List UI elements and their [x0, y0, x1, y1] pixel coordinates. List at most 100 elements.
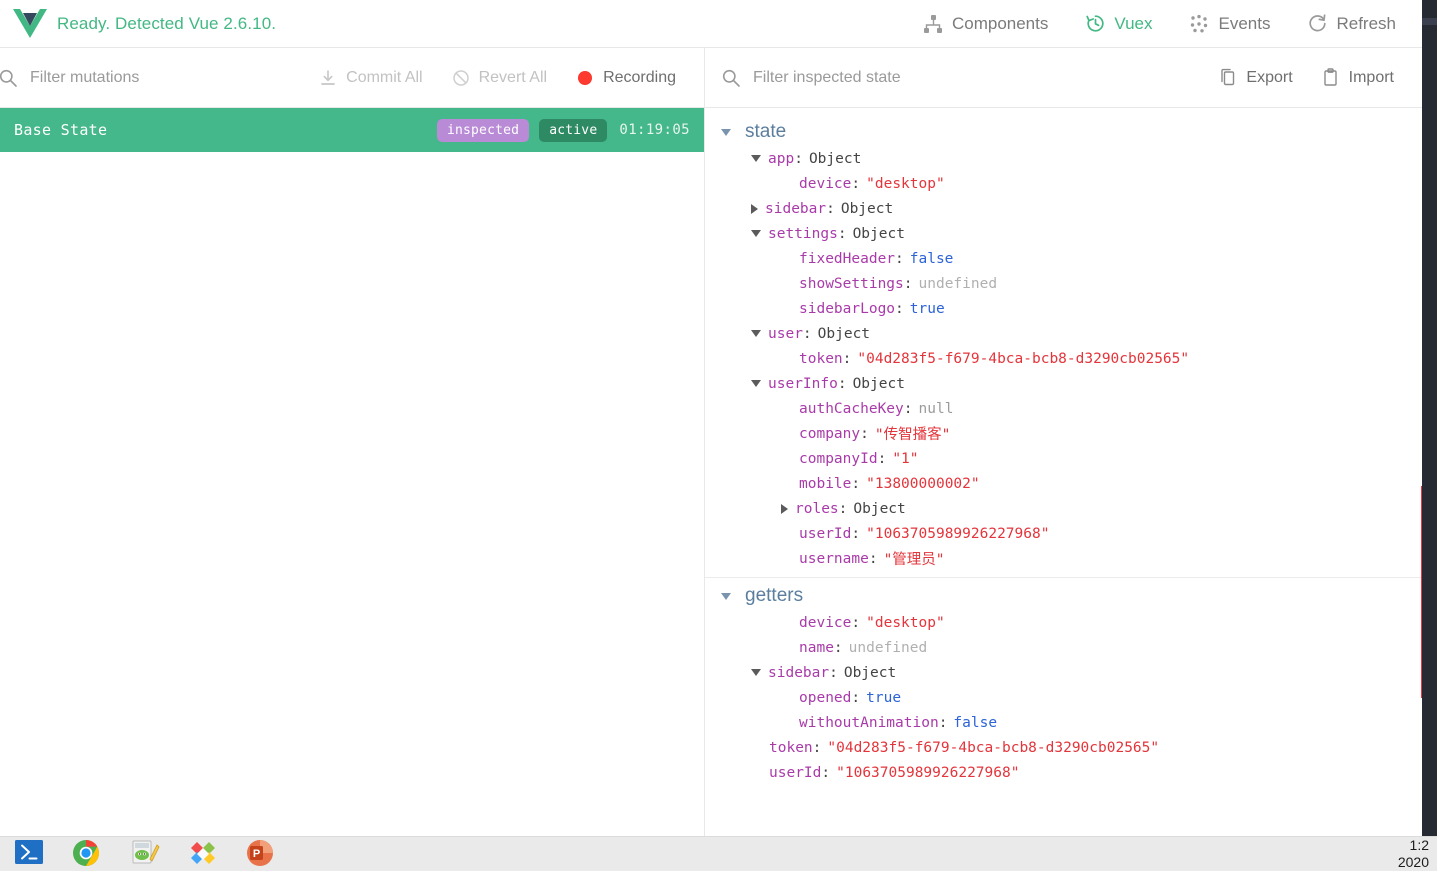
tree-value: null [918, 400, 954, 417]
tree-row[interactable]: name: undefined [705, 635, 1422, 660]
tree-row[interactable]: authCacheKey: null [705, 396, 1422, 421]
tree-row[interactable]: withoutAnimation: false [705, 710, 1422, 735]
vuex-history-icon [1084, 13, 1106, 35]
tree-row[interactable]: sidebar: Object [705, 660, 1422, 685]
revert-all-button[interactable]: Revert All [437, 68, 561, 88]
tree-row[interactable]: token: "04d283f5-f679-4bca-bcb8-d3290cb02… [705, 346, 1422, 371]
tree-key: companyId [799, 450, 878, 467]
image-editor-icon[interactable] [130, 839, 160, 869]
chrome-icon[interactable] [72, 839, 102, 869]
tree-key: withoutAnimation [799, 714, 939, 731]
commit-all-button[interactable]: Commit All [304, 68, 436, 88]
tree-row[interactable]: app: Object [705, 146, 1422, 171]
tree-value: Object [852, 225, 905, 242]
nav-components[interactable]: Components [904, 13, 1066, 35]
tree-row[interactable]: userInfo: Object [705, 371, 1422, 396]
tree-value: undefined [918, 275, 998, 292]
tree-key: sidebar [768, 664, 830, 681]
tree-value: Object [817, 325, 871, 342]
tree-value: "desktop" [866, 175, 945, 192]
section-header-state[interactable]: state [705, 118, 1422, 146]
taskbar-clock[interactable]: 1:2 2020 [1398, 837, 1437, 871]
section-header-getters[interactable]: getters [705, 582, 1422, 610]
chevron-down-icon[interactable] [721, 592, 731, 600]
tree-value: Object [808, 150, 862, 167]
clipboard-icon [1321, 68, 1341, 88]
tree-value: Object [843, 664, 897, 681]
vue-logo-icon [13, 8, 47, 39]
chevron-down-icon[interactable] [751, 230, 761, 237]
tree-separator: : [802, 325, 812, 342]
nav-vuex-label: Vuex [1114, 13, 1153, 33]
tree-row[interactable]: mobile: "13800000002" [705, 471, 1422, 496]
tree-row[interactable]: company: "传智播客" [705, 421, 1422, 446]
paint-app-icon[interactable] [188, 839, 218, 869]
powerpoint-icon[interactable]: P [246, 839, 276, 869]
nav-events[interactable]: Events [1170, 13, 1288, 35]
clock-date: 2020 [1397, 854, 1429, 870]
browser-edge-strip [1422, 0, 1437, 836]
tree-separator: : [812, 739, 822, 756]
tree-separator: : [860, 425, 869, 442]
tree-row[interactable]: sidebarLogo: true [705, 296, 1422, 321]
tree-separator: : [851, 475, 861, 492]
tree-value: "04d283f5-f679-4bca-bcb8-d3290cb02565" [827, 739, 1160, 756]
tree-row[interactable]: username: "管理员" [705, 546, 1422, 571]
filter-mutations-input[interactable] [30, 68, 305, 87]
tree-value: Object [852, 375, 905, 392]
devtools-topbar: Ready. Detected Vue 2.6.10. Components V… [0, 0, 1422, 48]
powershell-icon[interactable] [14, 839, 44, 869]
tree-row[interactable]: device: "desktop" [705, 610, 1422, 635]
chevron-right-icon[interactable] [751, 203, 758, 214]
tree-separator: : [821, 764, 831, 781]
copy-icon [1218, 68, 1238, 88]
tree-key: app [768, 150, 795, 167]
revert-ban-icon [451, 68, 471, 88]
tree-key: userId [799, 525, 852, 542]
nav-vuex[interactable]: Vuex [1066, 13, 1170, 35]
section-title: state [745, 121, 787, 142]
export-button[interactable]: Export [1204, 68, 1306, 88]
tree-separator: : [838, 500, 848, 517]
chevron-down-icon[interactable] [721, 128, 731, 136]
tree-separator: : [833, 639, 843, 656]
mutation-meta: inspected active 01:19:05 [436, 118, 690, 142]
tree-separator: : [842, 350, 852, 367]
chevron-down-icon[interactable] [751, 330, 761, 337]
tree-row[interactable]: settings: Object [705, 221, 1422, 246]
tree-row[interactable]: user: Object [705, 321, 1422, 346]
search-icon [0, 68, 18, 88]
tree-value: "管理员" [883, 552, 945, 568]
commit-all-label: Commit All [346, 68, 423, 86]
tree-separator: : [938, 714, 948, 731]
tree-separator: : [851, 614, 861, 631]
chevron-right-icon[interactable] [781, 503, 788, 514]
chevron-down-icon[interactable] [751, 380, 761, 387]
tree-row[interactable]: token: "04d283f5-f679-4bca-bcb8-d3290cb02… [705, 735, 1422, 760]
tree-row[interactable]: opened: true [705, 685, 1422, 710]
filter-inspected-state-input[interactable] [753, 68, 1205, 87]
tree-row[interactable]: sidebar: Object [705, 196, 1422, 221]
import-button[interactable]: Import [1307, 68, 1408, 88]
tree-key: showSettings [799, 275, 904, 292]
status-text: Ready. Detected Vue 2.6.10. [57, 13, 277, 33]
chevron-down-icon[interactable] [751, 669, 761, 676]
mutations-search[interactable] [0, 68, 305, 88]
tree-row[interactable]: userId: "1063705989926227968" [705, 760, 1422, 785]
tree-separator: : [826, 200, 835, 217]
mutations-actions: Commit All Revert All Recording [304, 68, 704, 88]
tree-value: "1" [892, 450, 919, 467]
tree-row[interactable]: companyId: "1" [705, 446, 1422, 471]
tree-row[interactable]: device: "desktop" [705, 171, 1422, 196]
tree-row[interactable]: userId: "1063705989926227968" [705, 521, 1422, 546]
mutation-row-base-state[interactable]: Base State inspected active 01:19:05 [0, 108, 704, 152]
nav-refresh[interactable]: Refresh [1288, 13, 1414, 35]
tree-key: device [799, 175, 852, 192]
tree-row[interactable]: roles: Object [705, 496, 1422, 521]
tree-row[interactable]: showSettings: undefined [705, 271, 1422, 296]
chevron-down-icon[interactable] [751, 155, 761, 162]
inspector-search[interactable] [705, 68, 1205, 88]
svg-text:P: P [253, 848, 260, 860]
recording-toggle[interactable]: Recording [561, 68, 690, 88]
tree-row[interactable]: fixedHeader: false [705, 246, 1422, 271]
